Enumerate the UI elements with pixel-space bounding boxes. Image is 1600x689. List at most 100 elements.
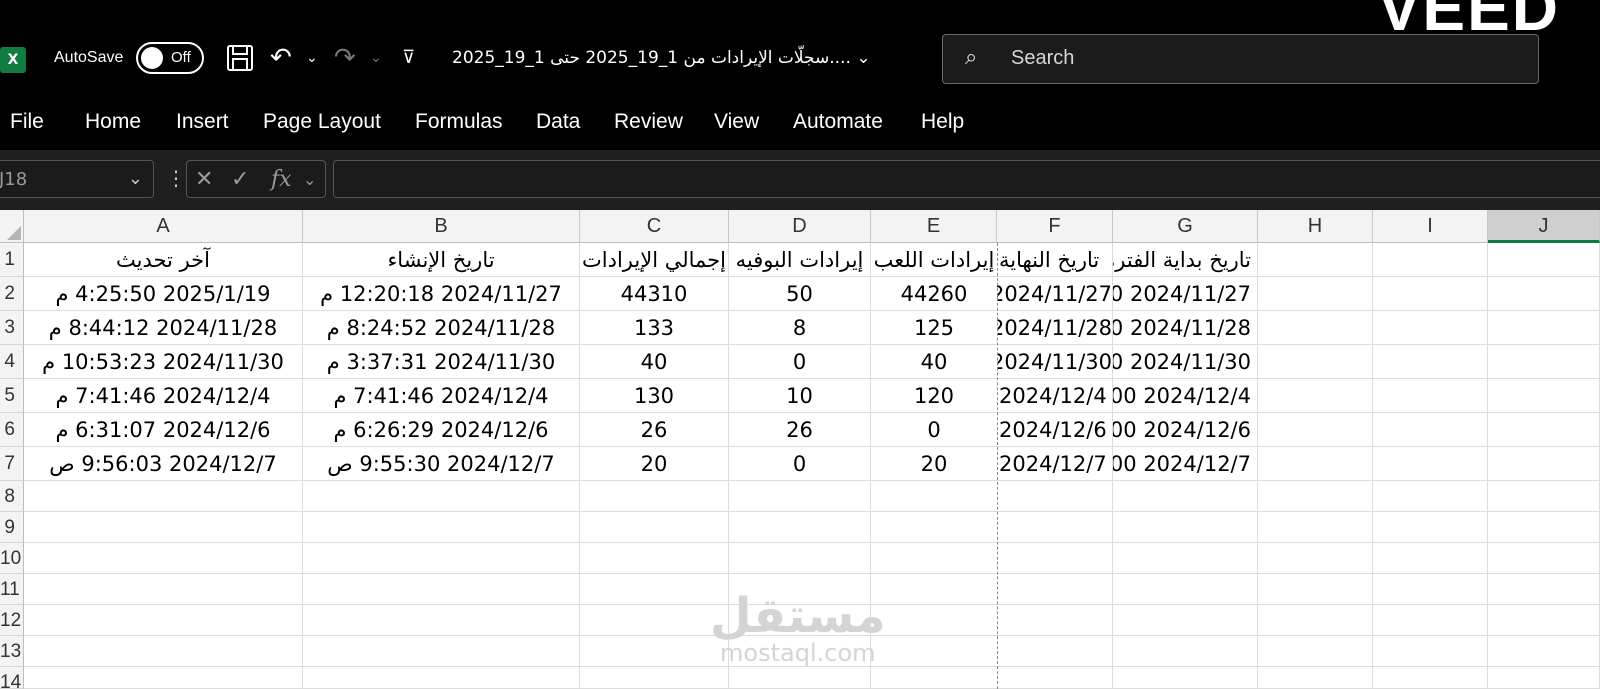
cell-b1[interactable]: تاريخ الإنشاء [303,243,580,277]
menu-insert[interactable]: Insert [176,110,229,134]
cell-g2[interactable]: 2024/11/27 00 [1113,277,1258,311]
cell-f10[interactable] [997,543,1113,574]
col-header-d[interactable]: D [729,210,871,243]
cell-a12[interactable] [24,605,303,636]
cell-i10[interactable] [1373,543,1488,574]
cell-f3[interactable]: 2024/11/28 [997,311,1113,345]
cell-i4[interactable] [1373,345,1488,379]
row-header-2[interactable]: 2 [0,277,24,311]
cell-g4[interactable]: 2024/11/30 00 [1113,345,1258,379]
cell-h4[interactable] [1258,345,1373,379]
cell-f14[interactable] [997,667,1113,689]
cell-f1[interactable]: تاريخ النهاية [997,243,1113,277]
search-box[interactable]: ⌕ Search [942,34,1539,84]
row-header-14[interactable]: 14 [0,667,24,689]
menu-file[interactable]: File [10,110,44,134]
cell-e11[interactable] [871,574,997,605]
cell-i3[interactable] [1373,311,1488,345]
name-box[interactable]: J18 ⌄ [0,160,154,198]
cell-g1[interactable]: تاريخ بداية الفترة [1113,243,1258,277]
cell-g8[interactable] [1113,481,1258,512]
cell-a14[interactable] [24,667,303,689]
cell-i11[interactable] [1373,574,1488,605]
cell-i8[interactable] [1373,481,1488,512]
cell-f6[interactable]: 2024/12/6 [997,413,1113,447]
cell-a5[interactable]: 2024/12/4 7:41:46 م [24,379,303,413]
cell-g3[interactable]: 2024/11/28 00 [1113,311,1258,345]
save-icon[interactable] [226,44,254,78]
cell-i1[interactable] [1373,243,1488,277]
cell-g6[interactable]: 2024/12/6 00 [1113,413,1258,447]
cell-b10[interactable] [303,543,580,574]
col-header-h[interactable]: H [1258,210,1373,243]
cell-h10[interactable] [1258,543,1373,574]
cell-g5[interactable]: 2024/12/4 00 [1113,379,1258,413]
col-header-c[interactable]: C [580,210,729,243]
cell-c11[interactable] [580,574,729,605]
row-header-3[interactable]: 3 [0,311,24,345]
cell-b11[interactable] [303,574,580,605]
col-header-g[interactable]: G [1113,210,1258,243]
cell-g14[interactable] [1113,667,1258,689]
cell-a6[interactable]: 2024/12/6 6:31:07 م [24,413,303,447]
cell-g12[interactable] [1113,605,1258,636]
row-header-1[interactable]: 1 [0,243,24,277]
cell-e1[interactable]: إيرادات اللعب [871,243,997,277]
cell-i7[interactable] [1373,447,1488,481]
cell-c4[interactable]: 40 [580,345,729,379]
cell-j14[interactable] [1488,667,1600,689]
cell-d3[interactable]: 8 [729,311,871,345]
cell-f2[interactable]: 2024/11/27 [997,277,1113,311]
chevron-down-icon[interactable]: ⌄ [856,48,870,68]
cell-j6[interactable] [1488,413,1600,447]
cell-b2[interactable]: 2024/11/27 12:20:18 م [303,277,580,311]
cell-a11[interactable] [24,574,303,605]
col-header-e[interactable]: E [871,210,997,243]
select-all-corner[interactable] [0,210,24,243]
cell-d4[interactable]: 0 [729,345,871,379]
cell-h5[interactable] [1258,379,1373,413]
cell-b6[interactable]: 2024/12/6 6:26:29 م [303,413,580,447]
row-header-11[interactable]: 11 [0,574,24,605]
cell-c14[interactable] [580,667,729,689]
cell-j1[interactable] [1488,243,1600,277]
excel-app-icon[interactable]: X [0,47,26,73]
menu-review[interactable]: Review [614,110,683,134]
cell-f5[interactable]: 2024/12/4 [997,379,1113,413]
cell-c3[interactable]: 133 [580,311,729,345]
cell-c13[interactable] [580,636,729,667]
row-header-12[interactable]: 12 [0,605,24,636]
cell-i13[interactable] [1373,636,1488,667]
cell-f13[interactable] [997,636,1113,667]
cell-h2[interactable] [1258,277,1373,311]
row-header-4[interactable]: 4 [0,345,24,379]
cell-j5[interactable] [1488,379,1600,413]
undo-icon[interactable]: ↶ [270,44,292,72]
cell-c2[interactable]: 44310 [580,277,729,311]
cell-j11[interactable] [1488,574,1600,605]
document-title[interactable]: سجلّات الإيرادات من 1_19_2025 حتى 1_19_2… [452,48,871,68]
cell-b5[interactable]: 2024/12/4 7:41:46 م [303,379,580,413]
cell-f9[interactable] [997,512,1113,543]
cell-h12[interactable] [1258,605,1373,636]
cell-e12[interactable] [871,605,997,636]
cell-i6[interactable] [1373,413,1488,447]
row-header-8[interactable]: 8 [0,481,24,512]
cell-j12[interactable] [1488,605,1600,636]
cell-b9[interactable] [303,512,580,543]
cell-e2[interactable]: 44260 [871,277,997,311]
cell-i12[interactable] [1373,605,1488,636]
cell-a10[interactable] [24,543,303,574]
menu-page-layout[interactable]: Page Layout [263,110,381,134]
cell-b3[interactable]: 2024/11/28 8:24:52 م [303,311,580,345]
cell-b8[interactable] [303,481,580,512]
cell-g10[interactable] [1113,543,1258,574]
cell-h13[interactable] [1258,636,1373,667]
row-header-9[interactable]: 9 [0,512,24,543]
cell-j7[interactable] [1488,447,1600,481]
col-header-i[interactable]: I [1373,210,1488,243]
cell-e4[interactable]: 40 [871,345,997,379]
formula-input[interactable] [333,160,1600,198]
cell-i9[interactable] [1373,512,1488,543]
cell-f4[interactable]: 2024/11/30 [997,345,1113,379]
